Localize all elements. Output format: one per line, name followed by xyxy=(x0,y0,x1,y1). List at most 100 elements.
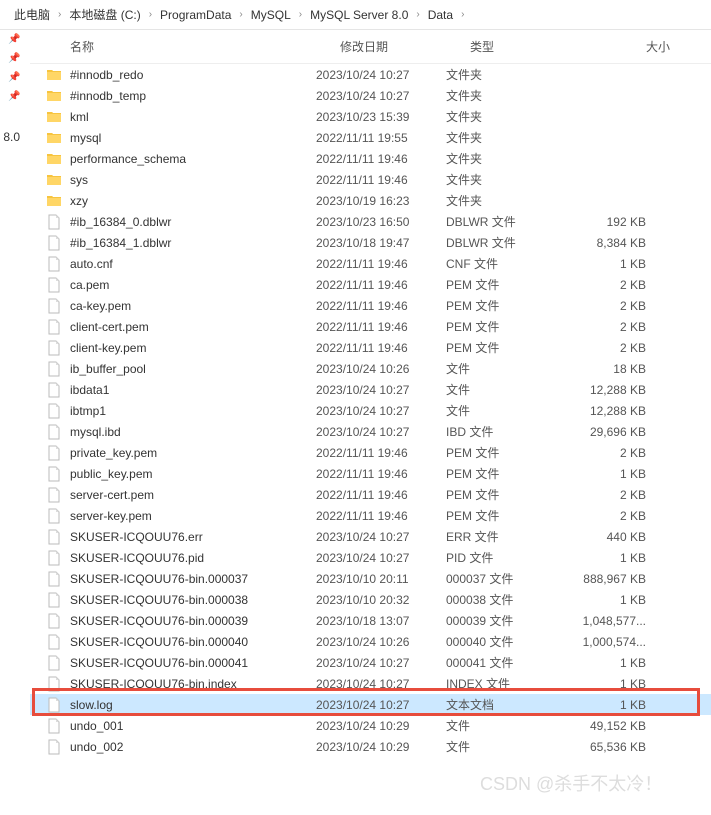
file-row[interactable]: ca-key.pem2022/11/11 19:46PEM 文件2 KB xyxy=(30,295,711,316)
file-date: 2022/11/11 19:46 xyxy=(316,341,446,355)
file-type: PEM 文件 xyxy=(446,465,566,482)
file-icon xyxy=(46,214,62,230)
file-date: 2023/10/24 10:29 xyxy=(316,740,446,754)
file-name: SKUSER-ICQOUU76-bin.000041 xyxy=(70,656,316,670)
breadcrumb-item[interactable]: 本地磁盘 (C:) xyxy=(65,4,144,25)
file-row[interactable]: mysql.ibd2023/10/24 10:27IBD 文件29,696 KB xyxy=(30,421,711,442)
file-type: 文件夹 xyxy=(446,87,566,104)
file-icon xyxy=(46,256,62,272)
file-row[interactable]: SKUSER-ICQOUU76-bin.0000402023/10/24 10:… xyxy=(30,631,711,652)
file-size: 2 KB xyxy=(566,446,666,460)
file-row[interactable]: SKUSER-ICQOUU76-bin.0000392023/10/18 13:… xyxy=(30,610,711,631)
file-row[interactable]: ca.pem2022/11/11 19:46PEM 文件2 KB xyxy=(30,274,711,295)
file-row[interactable]: SKUSER-ICQOUU76-bin.0000382023/10/10 20:… xyxy=(30,589,711,610)
file-size: 192 KB xyxy=(566,215,666,229)
file-name: SKUSER-ICQOUU76-bin.000039 xyxy=(70,614,316,628)
breadcrumb-item[interactable]: ProgramData xyxy=(156,6,235,24)
file-icon xyxy=(46,403,62,419)
file-type: 000037 文件 xyxy=(446,570,566,587)
column-header-name[interactable]: 名称 xyxy=(70,38,340,55)
breadcrumb-item[interactable]: Data xyxy=(424,6,457,24)
file-date: 2022/11/11 19:46 xyxy=(316,488,446,502)
file-name: ibdata1 xyxy=(70,383,316,397)
file-icon xyxy=(46,592,62,608)
file-row[interactable]: client-cert.pem2022/11/11 19:46PEM 文件2 K… xyxy=(30,316,711,337)
breadcrumb-item[interactable]: 此电脑 xyxy=(10,4,54,25)
file-row[interactable]: undo_0012023/10/24 10:29文件49,152 KB xyxy=(30,715,711,736)
file-type: INDEX 文件 xyxy=(446,675,566,692)
file-name: mysql.ibd xyxy=(70,425,316,439)
file-row[interactable]: server-cert.pem2022/11/11 19:46PEM 文件2 K… xyxy=(30,484,711,505)
file-row[interactable]: kml2023/10/23 15:39文件夹 xyxy=(30,106,711,127)
file-name: server-key.pem xyxy=(70,509,316,523)
file-type: 文件 xyxy=(446,717,566,734)
file-row[interactable]: client-key.pem2022/11/11 19:46PEM 文件2 KB xyxy=(30,337,711,358)
file-row[interactable]: SKUSER-ICQOUU76-bin.index2023/10/24 10:2… xyxy=(30,673,711,694)
file-row[interactable]: auto.cnf2022/11/11 19:46CNF 文件1 KB xyxy=(30,253,711,274)
breadcrumb-item[interactable]: MySQL Server 8.0 xyxy=(306,6,412,24)
breadcrumb-separator-icon: › xyxy=(295,9,306,20)
file-row[interactable]: SKUSER-ICQOUU76.err2023/10/24 10:27ERR 文… xyxy=(30,526,711,547)
file-row[interactable]: sys2022/11/11 19:46文件夹 xyxy=(30,169,711,190)
file-date: 2023/10/23 15:39 xyxy=(316,110,446,124)
breadcrumb[interactable]: 此电脑›本地磁盘 (C:)›ProgramData›MySQL›MySQL Se… xyxy=(0,0,711,30)
file-size: 1,000,574... xyxy=(566,635,666,649)
file-size: 2 KB xyxy=(566,278,666,292)
file-icon xyxy=(46,487,62,503)
file-row[interactable]: performance_schema2022/11/11 19:46文件夹 xyxy=(30,148,711,169)
file-row[interactable]: undo_0022023/10/24 10:29文件65,536 KB xyxy=(30,736,711,757)
file-icon xyxy=(46,319,62,335)
sidebar-truncated-label[interactable]: r 8.0 xyxy=(0,130,20,144)
file-name: ib_buffer_pool xyxy=(70,362,316,376)
file-name: SKUSER-ICQOUU76.pid xyxy=(70,551,316,565)
file-row[interactable]: public_key.pem2022/11/11 19:46PEM 文件1 KB xyxy=(30,463,711,484)
file-date: 2023/10/18 13:07 xyxy=(316,614,446,628)
file-row[interactable]: SKUSER-ICQOUU76.pid2023/10/24 10:27PID 文… xyxy=(30,547,711,568)
file-name: SKUSER-ICQOUU76-bin.000037 xyxy=(70,572,316,586)
file-type: PEM 文件 xyxy=(446,444,566,461)
file-row[interactable]: #innodb_temp2023/10/24 10:27文件夹 xyxy=(30,85,711,106)
file-row[interactable]: SKUSER-ICQOUU76-bin.0000372023/10/10 20:… xyxy=(30,568,711,589)
file-date: 2023/10/24 10:27 xyxy=(316,530,446,544)
file-row[interactable]: #ib_16384_0.dblwr2023/10/23 16:50DBLWR 文… xyxy=(30,211,711,232)
file-size: 1 KB xyxy=(566,593,666,607)
file-size: 888,967 KB xyxy=(566,572,666,586)
file-type: DBLWR 文件 xyxy=(446,234,566,251)
file-row[interactable]: #ib_16384_1.dblwr2023/10/18 19:47DBLWR 文… xyxy=(30,232,711,253)
column-header-size[interactable]: 大小 xyxy=(590,38,690,55)
file-size: 18 KB xyxy=(566,362,666,376)
column-headers[interactable]: 名称 修改日期 类型 大小 xyxy=(30,30,711,64)
file-icon xyxy=(46,718,62,734)
pin-icon: 📌 xyxy=(0,30,20,49)
file-row[interactable]: slow.log2023/10/24 10:27文本文档1 KB xyxy=(30,694,711,715)
file-date: 2023/10/24 10:27 xyxy=(316,656,446,670)
file-row[interactable]: private_key.pem2022/11/11 19:46PEM 文件2 K… xyxy=(30,442,711,463)
file-row[interactable]: SKUSER-ICQOUU76-bin.0000412023/10/24 10:… xyxy=(30,652,711,673)
file-row[interactable]: #innodb_redo2023/10/24 10:27文件夹 xyxy=(30,64,711,85)
file-icon xyxy=(46,739,62,755)
file-type: PEM 文件 xyxy=(446,297,566,314)
file-size: 1 KB xyxy=(566,551,666,565)
column-header-type[interactable]: 类型 xyxy=(470,38,590,55)
file-row[interactable]: ib_buffer_pool2023/10/24 10:26文件18 KB xyxy=(30,358,711,379)
file-name: server-cert.pem xyxy=(70,488,316,502)
file-type: PEM 文件 xyxy=(446,507,566,524)
file-date: 2022/11/11 19:46 xyxy=(316,299,446,313)
file-row[interactable]: ibdata12023/10/24 10:27文件12,288 KB xyxy=(30,379,711,400)
breadcrumb-separator-icon: › xyxy=(412,9,423,20)
column-header-date[interactable]: 修改日期 xyxy=(340,38,470,55)
folder-icon xyxy=(46,88,62,104)
file-size: 29,696 KB xyxy=(566,425,666,439)
file-name: sys xyxy=(70,173,316,187)
file-type: ERR 文件 xyxy=(446,528,566,545)
file-date: 2023/10/24 10:27 xyxy=(316,698,446,712)
file-icon xyxy=(46,235,62,251)
breadcrumb-item[interactable]: MySQL xyxy=(247,6,295,24)
file-size: 1 KB xyxy=(566,677,666,691)
file-row[interactable]: xzy2023/10/19 16:23文件夹 xyxy=(30,190,711,211)
file-row[interactable]: mysql2022/11/11 19:55文件夹 xyxy=(30,127,711,148)
folder-icon xyxy=(46,172,62,188)
file-row[interactable]: server-key.pem2022/11/11 19:46PEM 文件2 KB xyxy=(30,505,711,526)
file-type: PEM 文件 xyxy=(446,318,566,335)
file-row[interactable]: ibtmp12023/10/24 10:27文件12,288 KB xyxy=(30,400,711,421)
